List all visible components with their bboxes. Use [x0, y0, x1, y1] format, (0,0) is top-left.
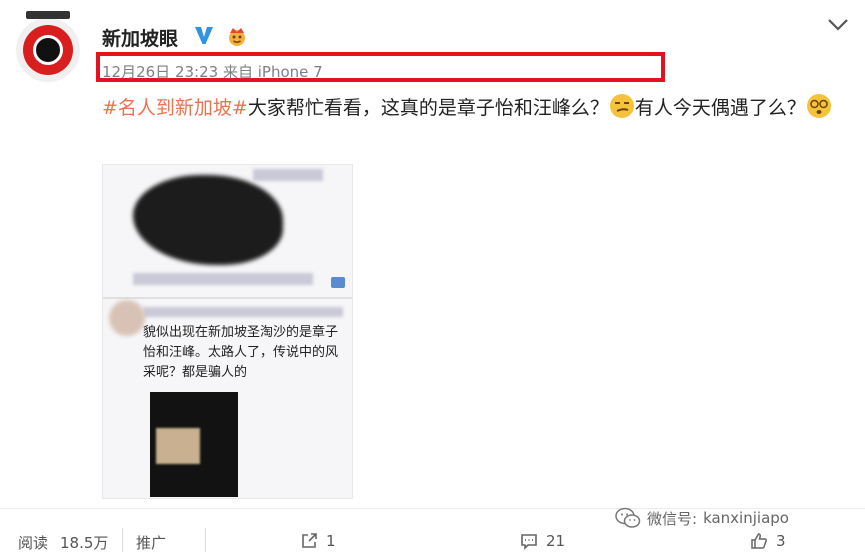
wechat-prefix: 微信号: — [647, 509, 698, 528]
verified-icon — [195, 27, 213, 44]
like-icon[interactable] — [750, 532, 768, 550]
post-timestamp[interactable]: 12月26日 23:23 — [102, 63, 218, 81]
share-count[interactable]: 1 — [326, 532, 336, 550]
reads-label: 阅读 — [18, 534, 49, 552]
blurred-photo — [133, 175, 283, 265]
avatar-logo — [23, 11, 73, 75]
chat-text: 貌似出现在新加坡圣淘沙的是章子怡和汪峰。太路人了，传说中的风采呢？都是骗人的 — [143, 325, 339, 380]
wechat-handle: kanxinjiapo — [703, 509, 789, 527]
share-icon[interactable] — [300, 532, 318, 550]
post-meta: 12月26日 23:23 来自 iPhone 7 — [102, 61, 323, 82]
author-name[interactable]: 新加坡眼 — [102, 24, 178, 51]
video-thumbnail — [150, 392, 238, 497]
reply-icon — [331, 277, 345, 288]
reads-count: 18.5万 — [60, 534, 109, 552]
avatar[interactable] — [16, 11, 80, 82]
dizzy-emoji — [806, 94, 831, 118]
post-text-part1: 大家帮忙看看，这真的是章子怡和汪峰么？ — [247, 97, 609, 119]
comment-icon[interactable] — [520, 532, 538, 550]
post-text-part2: 有人今天偶遇了么？ — [634, 97, 806, 119]
comment-count[interactable]: 21 — [546, 532, 565, 550]
source-prefix: 来自 — [222, 63, 253, 81]
crown-icon — [229, 28, 245, 46]
wechat-icon — [615, 507, 641, 528]
post-image[interactable]: 貌似出现在新加坡圣淘沙的是章子怡和汪峰。太路人了，传说中的风采呢？都是骗人的 — [102, 164, 353, 499]
like-count[interactable]: 3 — [776, 532, 786, 550]
wechat-watermark: 微信号: kanxinjiapo — [615, 507, 789, 529]
smirk-emoji — [609, 94, 634, 118]
promote-button[interactable]: 推广 — [136, 532, 166, 553]
post-text: #名人到新加坡#大家帮忙看看，这真的是章子怡和汪峰么？ 有人今天偶遇了么？ — [102, 92, 842, 124]
card-divider — [103, 297, 352, 299]
blurred-avatar — [109, 300, 145, 336]
chevron-down-icon[interactable] — [826, 16, 850, 34]
post-source: iPhone 7 — [257, 63, 323, 81]
hashtag-link[interactable]: #名人到新加坡# — [102, 97, 248, 119]
